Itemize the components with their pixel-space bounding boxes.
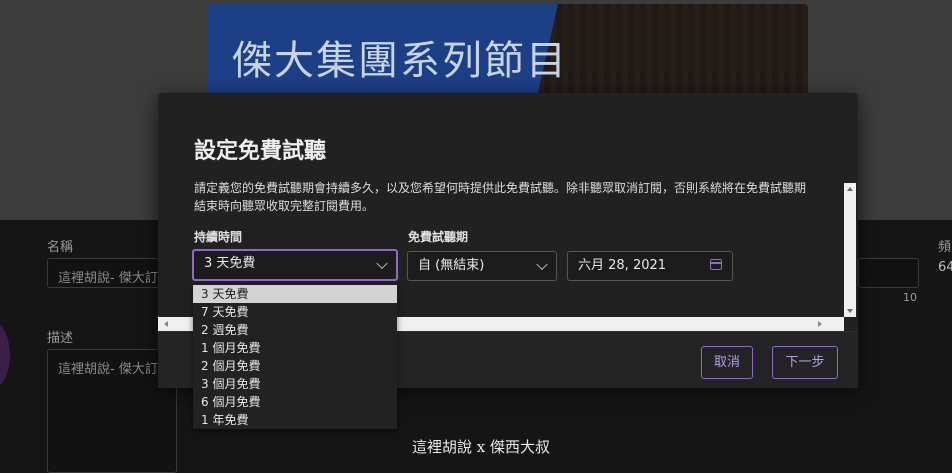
dialog-title: 設定免費試聽 [194, 139, 327, 164]
duration-options-list: 3 天免費 7 天免費 2 週免費 1 個月免費 2 個月免費 3 個月免費 6… [193, 285, 397, 429]
name-char-counter: 10 [903, 291, 917, 304]
calendar-icon[interactable] [710, 259, 722, 270]
trial-period-label: 免費試聽期 [408, 230, 469, 244]
duration-option[interactable]: 3 天免費 [193, 285, 397, 303]
duration-select[interactable]: 3 天免費 [192, 249, 398, 281]
scroll-up-arrow-icon[interactable] [847, 187, 853, 191]
right-column-label: 頻 [938, 240, 952, 255]
scroll-down-arrow-icon[interactable] [847, 309, 853, 313]
duration-option[interactable]: 2 週免費 [193, 321, 397, 339]
trial-start-value: 自 (無結束) [418, 258, 485, 273]
name-label: 名稱 [47, 240, 74, 255]
description-label: 描述 [47, 331, 74, 346]
scroll-left-arrow-icon[interactable] [164, 321, 168, 327]
dialog-description: 請定義您的免費試聽期會持續多久，以及您希望何時提供此免費試聽。除非聽眾取消訂閱，… [194, 181, 807, 213]
duration-option[interactable]: 2 個月免費 [193, 357, 397, 375]
trial-date-value: 六月 28, 2021 [578, 258, 667, 273]
duration-label: 持續時間 [194, 230, 243, 244]
duration-option[interactable]: 6 個月免費 [193, 393, 397, 411]
next-button[interactable]: 下一步 [772, 346, 838, 379]
duration-option[interactable]: 7 天免費 [193, 303, 397, 321]
duration-option[interactable]: 1 個月免費 [193, 339, 397, 357]
banner-title: 傑大集團系列節目 [232, 38, 568, 84]
cancel-button[interactable]: 取消 [701, 346, 753, 379]
name-input-right-edge[interactable] [858, 258, 919, 288]
trial-start-select[interactable]: 自 (無結束) [407, 251, 557, 281]
chevron-down-icon [376, 257, 388, 270]
chevron-down-icon [536, 258, 548, 271]
caption-text: 這裡胡說 x 傑西大叔 [412, 438, 550, 456]
duration-selected-value: 3 天免費 [204, 256, 256, 271]
vertical-scrollbar[interactable] [844, 183, 856, 317]
scroll-right-arrow-icon[interactable] [818, 321, 822, 327]
duration-option[interactable]: 3 個月免費 [193, 375, 397, 393]
right-column-value: 64 [938, 260, 952, 275]
duration-option[interactable]: 1 年免費 [193, 411, 397, 429]
trial-date-input[interactable]: 六月 28, 2021 [567, 251, 733, 281]
